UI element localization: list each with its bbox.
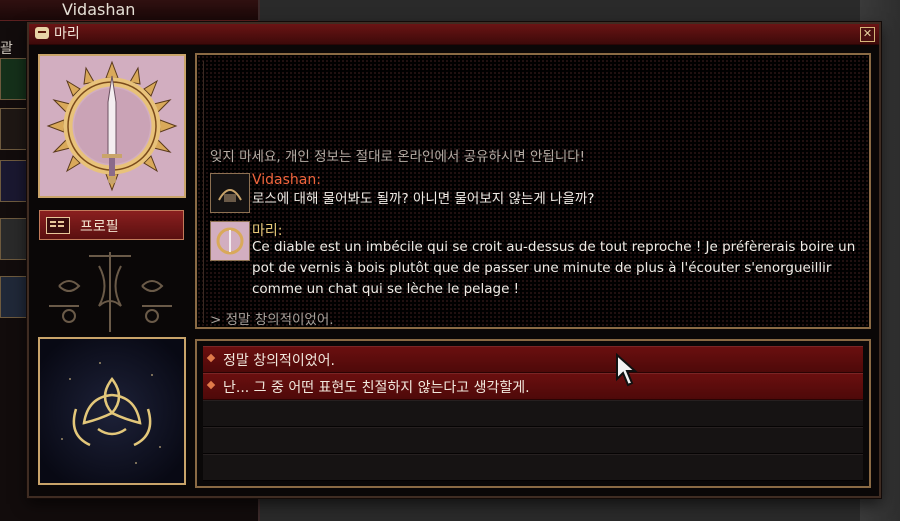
player-avatar xyxy=(210,173,250,213)
ornament-decoration-icon xyxy=(39,246,182,334)
background-slot-icon[interactable] xyxy=(0,218,28,260)
bullet-diamond-icon xyxy=(206,353,216,363)
dialogue-choices: 정말 창의적이었어. 난... 그 중 어떤 표현도 친절하지 않는다고 생각할… xyxy=(195,339,871,488)
window-titlebar[interactable]: 마리 ✕ xyxy=(29,24,879,45)
lotus-emblem-icon xyxy=(40,339,184,483)
id-card-icon xyxy=(46,217,70,234)
dialogue-choice[interactable]: 정말 창의적이었어. xyxy=(203,346,863,373)
choice-label: 정말 창의적이었어. xyxy=(223,353,335,369)
background-tab-label[interactable]: 괄 xyxy=(0,38,13,58)
background-slot-icon[interactable] xyxy=(0,58,28,100)
background-slot-icon[interactable] xyxy=(0,160,28,202)
message-text: Ce diable est un imbécile qui se croit a… xyxy=(252,239,856,297)
player-avatar-icon xyxy=(211,174,249,212)
bullet-diamond-icon xyxy=(206,380,216,390)
empty-choice-slot xyxy=(203,400,863,427)
npc-avatar xyxy=(210,221,250,261)
background-slot-icon[interactable] xyxy=(0,276,28,318)
npc-avatar-icon xyxy=(211,222,249,260)
window-title: 마리 xyxy=(54,26,80,42)
system-notice: 잊지 마세요, 개인 정보는 절대로 온라인에서 공유하시면 안됩니다! xyxy=(210,149,586,165)
chat-bubble-icon xyxy=(35,27,49,39)
profile-button-label: 프로필 xyxy=(80,219,119,235)
empty-choice-slot xyxy=(203,454,863,481)
previous-reply: > 정말 창의적이었어. xyxy=(210,312,334,328)
empty-choice-slot xyxy=(203,427,863,454)
choice-label: 난... 그 중 어떤 표현도 친절하지 않는다고 생각할게. xyxy=(223,380,530,396)
profile-button[interactable]: 프로필 xyxy=(39,210,184,240)
chat-log-content: 잊지 마세요, 개인 정보는 절대로 온라인에서 공유하시면 안됩니다! Vid… xyxy=(203,61,863,328)
message-text: 로스에 대해 물어봐도 될까? 아니면 물어보지 않는게 나을까? xyxy=(252,191,595,207)
npc-portrait xyxy=(38,54,186,198)
dialogue-window: 마리 ✕ 프로필 잊지 마세요, 개인 정보는 절대로 온라인에서 공유하시면 … xyxy=(27,22,881,498)
faction-emblem xyxy=(38,337,186,485)
message-speaker: Vidashan: xyxy=(252,172,321,188)
close-button[interactable]: ✕ xyxy=(860,27,875,42)
background-slot-icon[interactable] xyxy=(0,108,28,150)
sun-dagger-portrait-icon xyxy=(40,56,184,196)
dialogue-choice[interactable]: 난... 그 중 어떤 표현도 친절하지 않는다고 생각할게. xyxy=(203,373,863,400)
chat-log[interactable]: 잊지 마세요, 개인 정보는 절대로 온라인에서 공유하시면 안됩니다! Vid… xyxy=(195,53,871,329)
mouse-cursor-icon xyxy=(616,353,638,387)
background-character-name: Vidashan xyxy=(62,0,136,19)
